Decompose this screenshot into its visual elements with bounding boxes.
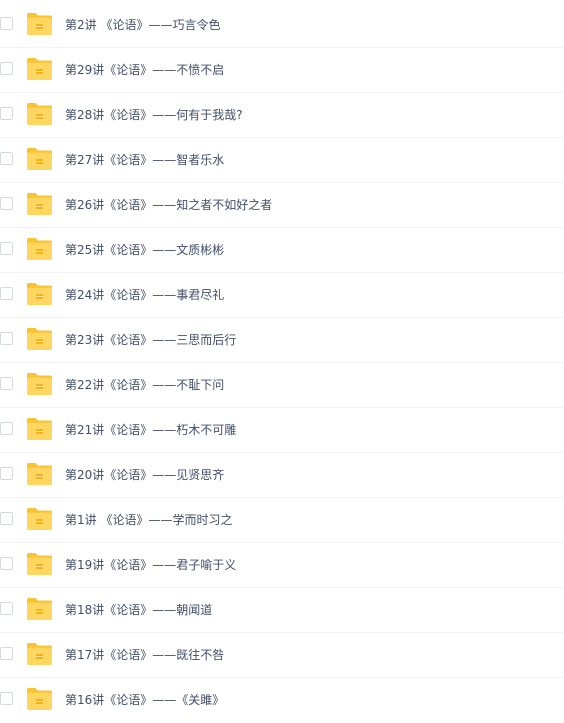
row-checkbox[interactable] — [0, 152, 13, 165]
row-checkbox[interactable] — [0, 197, 13, 210]
file-row-6[interactable]: 第25讲《论语》——文质彬彬 — [0, 228, 564, 273]
file-name[interactable]: 第29讲《论语》——不愤不启 — [65, 48, 224, 93]
file-row-1[interactable]: 第2讲 《论语》——巧言令色 — [0, 3, 564, 48]
file-name[interactable]: 第18讲《论语》——朝闻道 — [65, 588, 212, 633]
row-checkbox[interactable] — [0, 332, 13, 345]
file-name[interactable]: 第28讲《论语》——何有于我哉? — [65, 93, 243, 138]
row-checkbox[interactable] — [0, 107, 13, 120]
row-checkbox[interactable] — [0, 422, 13, 435]
file-row-10[interactable]: 第21讲《论语》——朽木不可雕 — [0, 408, 564, 453]
file-name[interactable]: 第21讲《论语》——朽木不可雕 — [65, 408, 236, 453]
file-row-5[interactable]: 第26讲《论语》——知之者不如好之者 — [0, 183, 564, 228]
folder-icon — [26, 642, 53, 666]
file-row-2[interactable]: 第29讲《论语》——不愤不启 — [0, 48, 564, 93]
folder-icon — [26, 372, 53, 396]
file-name[interactable]: 第17讲《论语》——既往不咎 — [65, 633, 224, 678]
file-row-8[interactable]: 第23讲《论语》——三思而后行 — [0, 318, 564, 363]
folder-icon — [26, 57, 53, 81]
file-name[interactable]: 第20讲《论语》——见贤思齐 — [65, 453, 224, 498]
row-checkbox[interactable] — [0, 602, 13, 615]
folder-icon — [26, 12, 53, 36]
file-name[interactable]: 第23讲《论语》——三思而后行 — [65, 318, 236, 363]
file-name[interactable]: 第27讲《论语》——智者乐水 — [65, 138, 224, 183]
file-name[interactable]: 第1讲 《论语》——学而时习之 — [65, 498, 232, 543]
row-checkbox[interactable] — [0, 647, 13, 660]
row-checkbox[interactable] — [0, 512, 13, 525]
folder-icon — [26, 597, 53, 621]
file-row-13[interactable]: 第19讲《论语》——君子喻于义 — [0, 543, 564, 588]
file-name[interactable]: 第2讲 《论语》——巧言令色 — [65, 3, 220, 48]
row-checkbox[interactable] — [0, 557, 13, 570]
folder-icon — [26, 282, 53, 306]
file-name[interactable]: 第22讲《论语》——不耻下问 — [65, 363, 224, 408]
file-row-16[interactable]: 第16讲《论语》——《关雎》 — [0, 678, 564, 723]
folder-icon — [26, 687, 53, 711]
file-row-4[interactable]: 第27讲《论语》——智者乐水 — [0, 138, 564, 183]
file-row-9[interactable]: 第22讲《论语》——不耻下问 — [0, 363, 564, 408]
file-name[interactable]: 第24讲《论语》——事君尽礼 — [65, 273, 224, 318]
file-name[interactable]: 第25讲《论语》——文质彬彬 — [65, 228, 224, 273]
folder-icon — [26, 327, 53, 351]
folder-icon — [26, 462, 53, 486]
folder-icon — [26, 147, 53, 171]
file-row-11[interactable]: 第20讲《论语》——见贤思齐 — [0, 453, 564, 498]
file-name[interactable]: 第16讲《论语》——《关雎》 — [65, 678, 224, 723]
file-row-3[interactable]: 第28讲《论语》——何有于我哉? — [0, 93, 564, 138]
row-checkbox[interactable] — [0, 17, 13, 30]
file-name[interactable]: 第26讲《论语》——知之者不如好之者 — [65, 183, 272, 228]
folder-icon — [26, 417, 53, 441]
folder-icon — [26, 192, 53, 216]
file-row-12[interactable]: 第1讲 《论语》——学而时习之 — [0, 498, 564, 543]
row-checkbox[interactable] — [0, 467, 13, 480]
row-checkbox[interactable] — [0, 287, 13, 300]
file-name[interactable]: 第19讲《论语》——君子喻于义 — [65, 543, 236, 588]
file-list: 第2讲 《论语》——巧言令色 第29讲《论语》——不愤不启 第28讲《论语》——… — [0, 3, 564, 723]
row-checkbox[interactable] — [0, 377, 13, 390]
folder-icon — [26, 552, 53, 576]
folder-icon — [26, 507, 53, 531]
file-row-7[interactable]: 第24讲《论语》——事君尽礼 — [0, 273, 564, 318]
row-checkbox[interactable] — [0, 62, 13, 75]
folder-icon — [26, 102, 53, 126]
row-checkbox[interactable] — [0, 692, 13, 705]
row-checkbox[interactable] — [0, 242, 13, 255]
file-row-14[interactable]: 第18讲《论语》——朝闻道 — [0, 588, 564, 633]
file-row-15[interactable]: 第17讲《论语》——既往不咎 — [0, 633, 564, 678]
folder-icon — [26, 237, 53, 261]
